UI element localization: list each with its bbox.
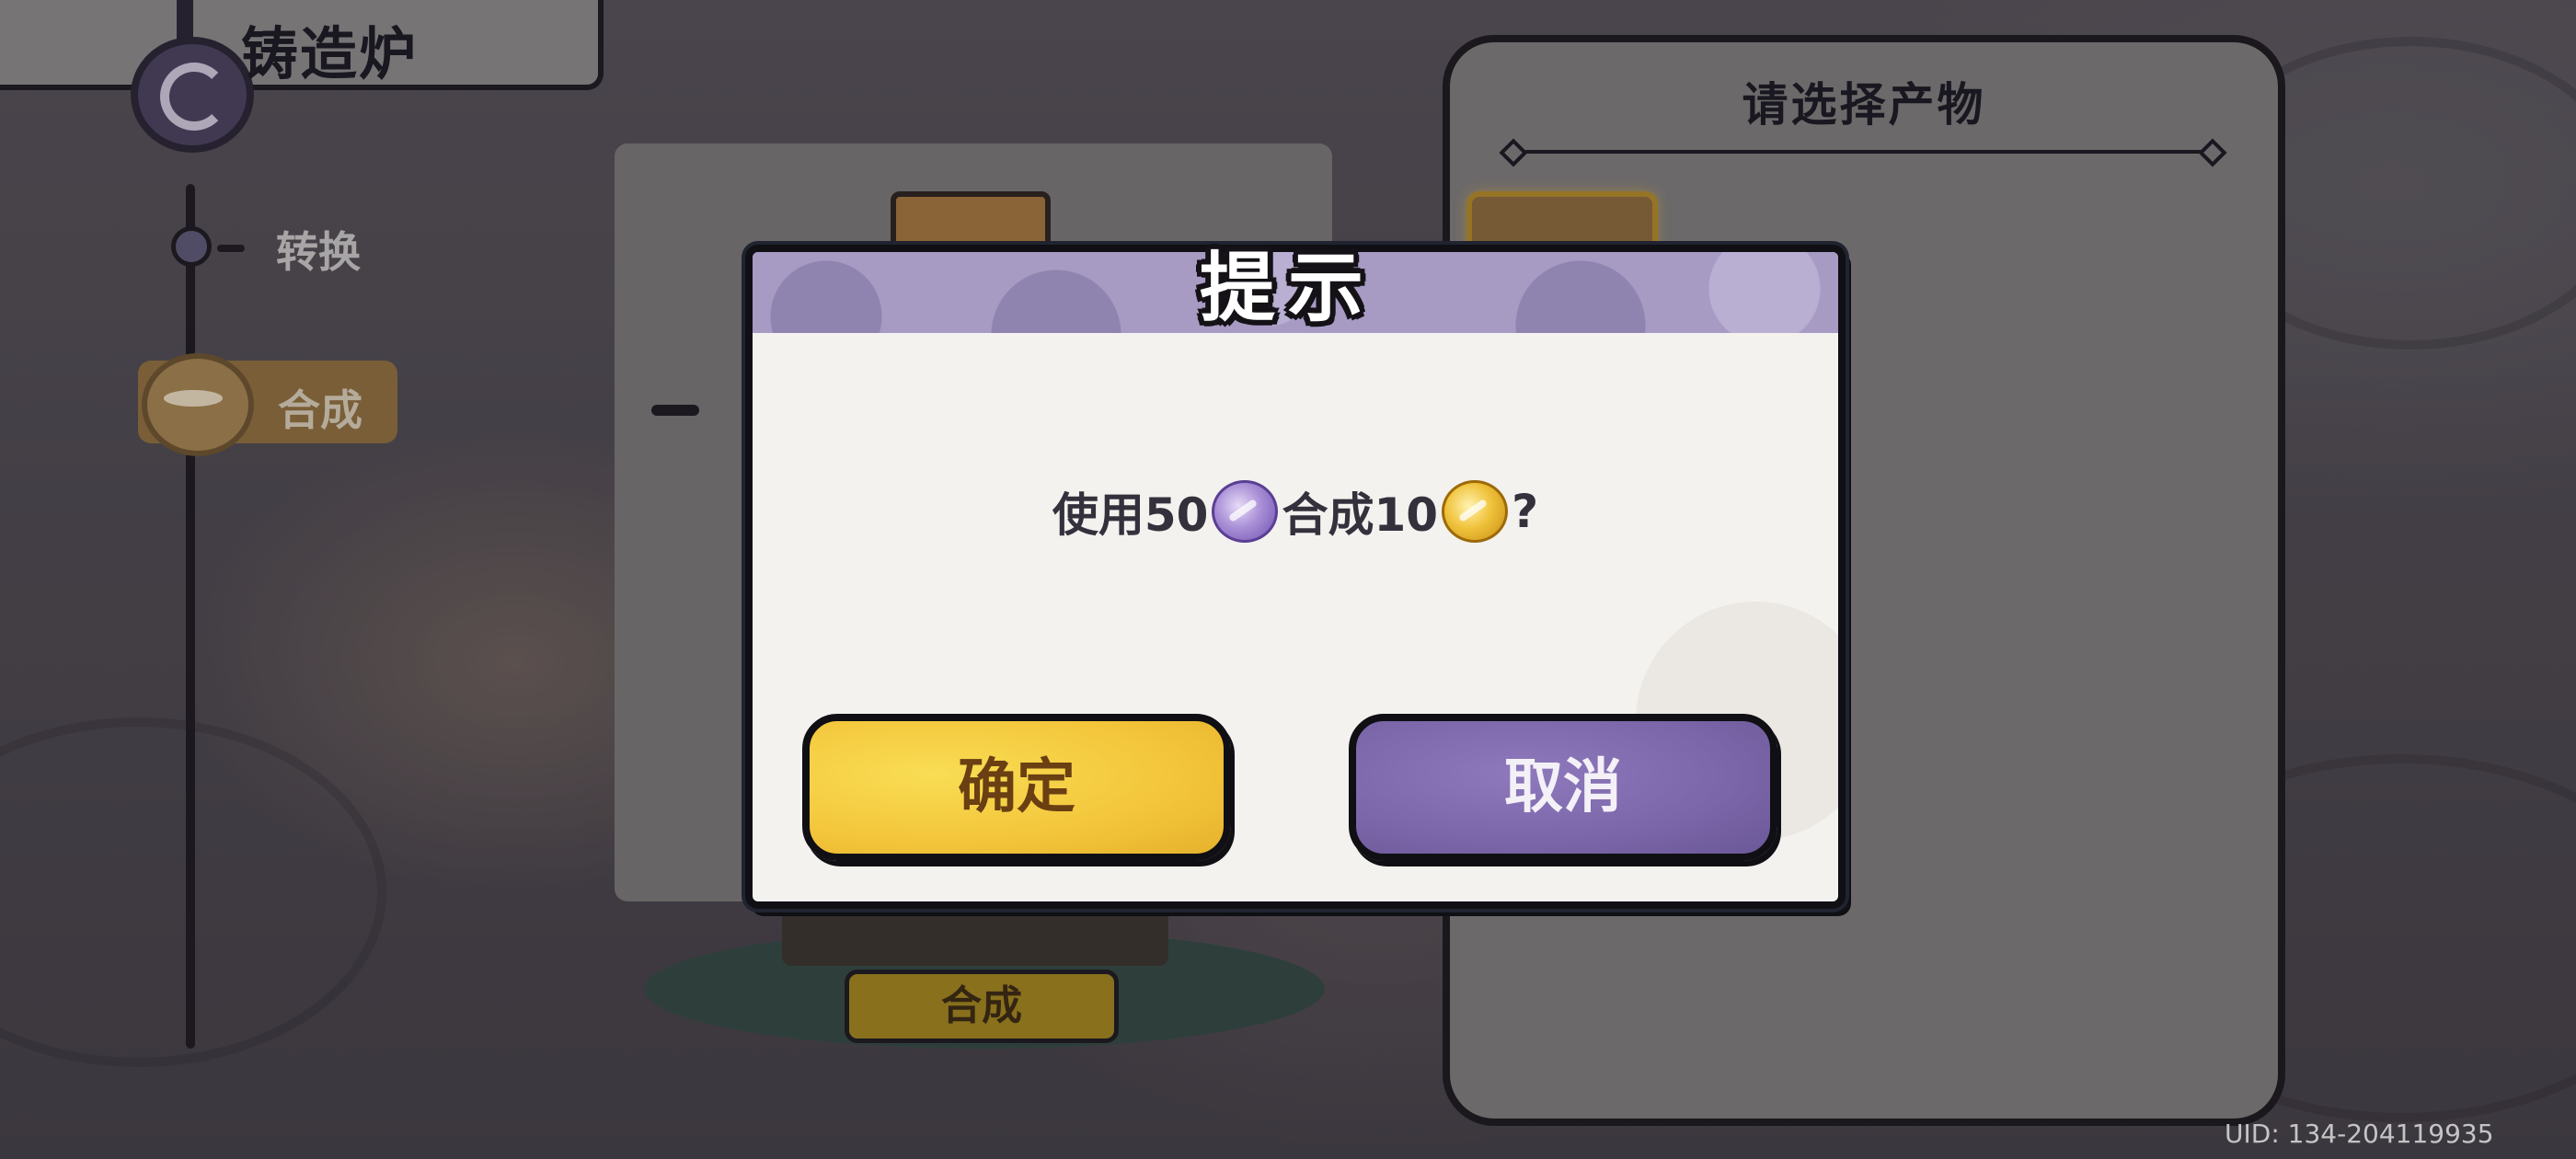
message-prefix: 使用50 <box>1052 488 1209 542</box>
message-middle: 合成10 <box>1282 488 1439 542</box>
confirm-button[interactable]: 确定 <box>802 714 1231 861</box>
gold-gem-icon <box>1442 480 1509 543</box>
message-suffix: ? <box>1512 485 1539 538</box>
dialog-title: 提示 <box>1199 245 1376 332</box>
dialog-message: 使用50 合成10 ? <box>745 478 1846 545</box>
purple-gem-icon <box>1212 480 1279 543</box>
cancel-button[interactable]: 取消 <box>1349 714 1777 861</box>
